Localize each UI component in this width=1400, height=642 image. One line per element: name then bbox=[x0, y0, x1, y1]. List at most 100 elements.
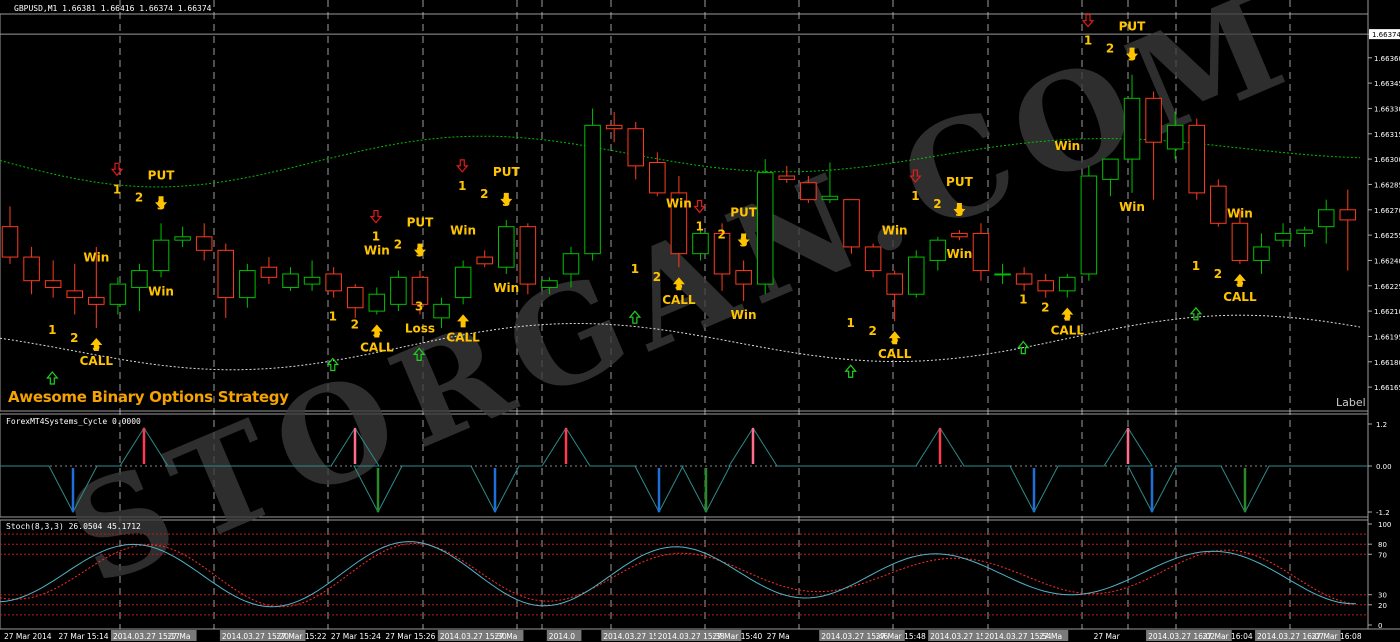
time-axis-label: 2014.0 bbox=[549, 632, 575, 641]
candle-body bbox=[1339, 209, 1357, 221]
candle-body bbox=[584, 124, 601, 255]
candle-body bbox=[454, 266, 472, 299]
candle-body bbox=[109, 283, 127, 305]
price-tick-label: 1.66165 bbox=[1374, 384, 1400, 392]
candle-body bbox=[260, 266, 278, 278]
candle-body bbox=[152, 239, 170, 272]
signal-count: 1 bbox=[48, 323, 56, 337]
put-label: PUT bbox=[1119, 20, 1147, 34]
stoch-tick-label: 0 bbox=[1378, 622, 1382, 630]
call-label: CALL bbox=[1223, 290, 1257, 304]
signal-count: 1 bbox=[372, 230, 380, 244]
trading-chart[interactable]: 1.66374 1.66360 1.66345 1.66330 1.66315 1.663… bbox=[0, 0, 1400, 642]
signal-result: Win bbox=[731, 308, 757, 322]
price-tick-label: 1.66285 bbox=[1374, 181, 1400, 189]
call-label: CALL bbox=[80, 354, 114, 368]
candle-body bbox=[239, 270, 256, 299]
candle-body bbox=[498, 226, 515, 268]
time-axis-label: 27 Ma bbox=[1039, 632, 1062, 641]
watermark: STORGAN.COM bbox=[48, 0, 1316, 616]
candle-body bbox=[1188, 124, 1206, 194]
signal-result: Win bbox=[83, 250, 109, 264]
candle-body bbox=[303, 276, 321, 285]
current-price-label: 1.66374 bbox=[1372, 31, 1400, 39]
signal-count: 2 bbox=[933, 197, 941, 211]
corner-label: Label bbox=[1336, 396, 1366, 409]
time-axis-label: 27 Mar 15:22 bbox=[276, 632, 326, 641]
candle-body bbox=[692, 232, 709, 255]
signal-count: 1 bbox=[1192, 259, 1200, 273]
candle-body bbox=[1210, 185, 1227, 224]
candle-body bbox=[562, 253, 580, 275]
time-axis-label: 27 Ma bbox=[494, 632, 517, 641]
candle-body bbox=[23, 256, 40, 282]
time-axis-label: 27 Mar 15:26 bbox=[385, 632, 435, 641]
signal-result: Win bbox=[666, 196, 692, 210]
signal-count: 2 bbox=[1214, 267, 1222, 281]
stoch-indicator-title: Stoch(8,3,3) 26.0504 45.1712 bbox=[6, 522, 141, 531]
signal-count: 1 bbox=[846, 316, 854, 330]
signal-count: 1 bbox=[1084, 34, 1092, 48]
call-label: CALL bbox=[360, 340, 394, 354]
put-label: PUT bbox=[946, 175, 974, 189]
candle-body bbox=[843, 199, 860, 248]
down-arrow-icon bbox=[110, 162, 124, 177]
price-tick-label: 1.66300 bbox=[1374, 156, 1400, 164]
call-label: CALL bbox=[1051, 324, 1085, 338]
time-axis-label: 27 Ma bbox=[167, 632, 190, 641]
signal-result: Win bbox=[450, 223, 476, 237]
signal-result: Loss bbox=[405, 321, 435, 335]
signal-count: 1 bbox=[329, 309, 337, 323]
signal-count: 1 bbox=[458, 179, 466, 193]
signal-result: Win bbox=[493, 281, 519, 295]
candle-body bbox=[1037, 280, 1054, 292]
candle-body bbox=[951, 232, 968, 238]
price-tick-label: 1.66195 bbox=[1374, 333, 1400, 341]
price-tick-label: 1.66210 bbox=[1374, 308, 1400, 316]
candle-body bbox=[282, 273, 299, 288]
price-tick-label: 1.66255 bbox=[1374, 232, 1400, 240]
signal-count: 2 bbox=[351, 317, 359, 331]
candle-body bbox=[1102, 158, 1119, 180]
down-arrow-icon bbox=[1081, 14, 1095, 28]
strategy-label: Awesome Binary Options Strategy bbox=[8, 388, 289, 406]
signal-count: 1 bbox=[1019, 293, 1027, 307]
price-tick-label: 1.66270 bbox=[1374, 207, 1400, 215]
up-arrow-icon bbox=[46, 371, 59, 385]
call-label: CALL bbox=[662, 293, 696, 307]
signal-result: Win bbox=[1119, 200, 1145, 214]
price-tick-label: 1.66225 bbox=[1374, 283, 1400, 291]
candle-body bbox=[605, 124, 623, 130]
time-axis-label: 27 Ma bbox=[767, 632, 790, 641]
signal-count: 3 bbox=[415, 299, 423, 313]
candle-body bbox=[1123, 97, 1141, 160]
candle-body bbox=[800, 182, 817, 201]
time-axis-label: 27 Mar 15:40 bbox=[712, 632, 762, 641]
put-label: PUT bbox=[407, 216, 435, 230]
put-label: PUT bbox=[148, 168, 176, 182]
signal-result: Win bbox=[364, 244, 390, 258]
candle-body bbox=[1253, 246, 1270, 261]
candle-body bbox=[325, 273, 342, 292]
signal-count: 1 bbox=[911, 189, 919, 203]
candle-body bbox=[131, 270, 148, 288]
candle-body bbox=[929, 239, 947, 261]
candle-body bbox=[1317, 209, 1335, 228]
time-axis-label: 27 Mar 16:04 bbox=[1203, 632, 1253, 641]
price-tick-label: 1.66345 bbox=[1374, 80, 1400, 88]
signal-count: 2 bbox=[1106, 42, 1114, 56]
cycle-indicator-title: ForexMT4Systems_Cycle 0.0000 bbox=[6, 417, 141, 426]
candle-body bbox=[778, 175, 796, 180]
time-axis-label: 27 Mar 2014 bbox=[4, 632, 52, 641]
stoch-tick-label: 100 bbox=[1378, 521, 1391, 529]
candle-body bbox=[1059, 276, 1076, 292]
signal-count: 1 bbox=[631, 262, 639, 276]
put-label: PUT bbox=[493, 165, 521, 179]
down-arrow-icon bbox=[455, 159, 469, 173]
cycle-tick-label: 0.00 bbox=[1376, 463, 1392, 471]
signal-count: 2 bbox=[480, 187, 488, 201]
put-label: PUT bbox=[730, 205, 758, 219]
candle-body bbox=[735, 270, 752, 285]
candle-body bbox=[756, 172, 774, 285]
call-label: CALL bbox=[878, 347, 912, 361]
